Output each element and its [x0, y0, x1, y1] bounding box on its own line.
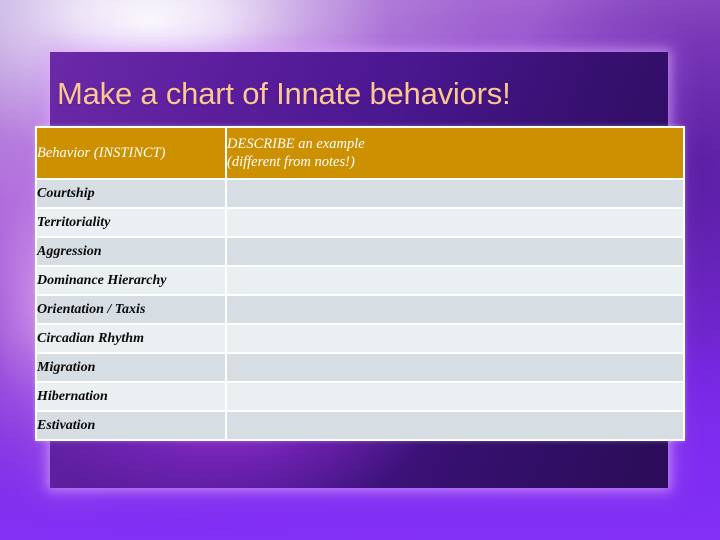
cell-describe[interactable] [227, 383, 683, 412]
cell-describe[interactable] [227, 354, 683, 383]
table-container: Behavior (INSTINCT) DESCRIBE an example … [35, 126, 685, 441]
table-row: Migration [37, 354, 683, 383]
table-body: Courtship Territoriality Aggression Dominan… [37, 180, 683, 439]
cell-behavior: Courtship [37, 180, 227, 209]
table-row: Dominance Hierarchy [37, 267, 683, 296]
table-row: Territoriality [37, 209, 683, 238]
cell-describe[interactable] [227, 325, 683, 354]
cell-behavior: Circadian Rhythm [37, 325, 227, 354]
cell-describe[interactable] [227, 267, 683, 296]
table-header: Behavior (INSTINCT) DESCRIBE an example … [37, 128, 683, 180]
column-header-describe-line1: DESCRIBE an example [227, 135, 365, 152]
table-row: Courtship [37, 180, 683, 209]
cell-behavior: Estivation [37, 412, 227, 439]
cell-describe[interactable] [227, 238, 683, 267]
cell-describe[interactable] [227, 180, 683, 209]
table-row: Estivation [37, 412, 683, 439]
column-header-describe: DESCRIBE an example (different from note… [227, 128, 683, 180]
slide: Make a chart of Innate behaviors! Behavi… [0, 0, 720, 540]
page-title: Make a chart of Innate behaviors! [57, 76, 511, 111]
table-row: Circadian Rhythm [37, 325, 683, 354]
table-row: Orientation / Taxis [37, 296, 683, 325]
table-row: Aggression [37, 238, 683, 267]
cell-behavior: Dominance Hierarchy [37, 267, 227, 296]
cell-describe[interactable] [227, 296, 683, 325]
cell-describe[interactable] [227, 209, 683, 238]
column-header-describe-line2: (different from notes!) [227, 154, 355, 170]
cell-behavior: Aggression [37, 238, 227, 267]
cell-behavior: Migration [37, 354, 227, 383]
table-header-row: Behavior (INSTINCT) DESCRIBE an example … [37, 128, 683, 180]
behavior-chart-table: Behavior (INSTINCT) DESCRIBE an example … [37, 128, 683, 439]
cell-behavior: Hibernation [37, 383, 227, 412]
cell-describe[interactable] [227, 412, 683, 439]
table-row: Hibernation [37, 383, 683, 412]
column-header-behavior: Behavior (INSTINCT) [37, 128, 227, 180]
cell-behavior: Orientation / Taxis [37, 296, 227, 325]
cell-behavior: Territoriality [37, 209, 227, 238]
